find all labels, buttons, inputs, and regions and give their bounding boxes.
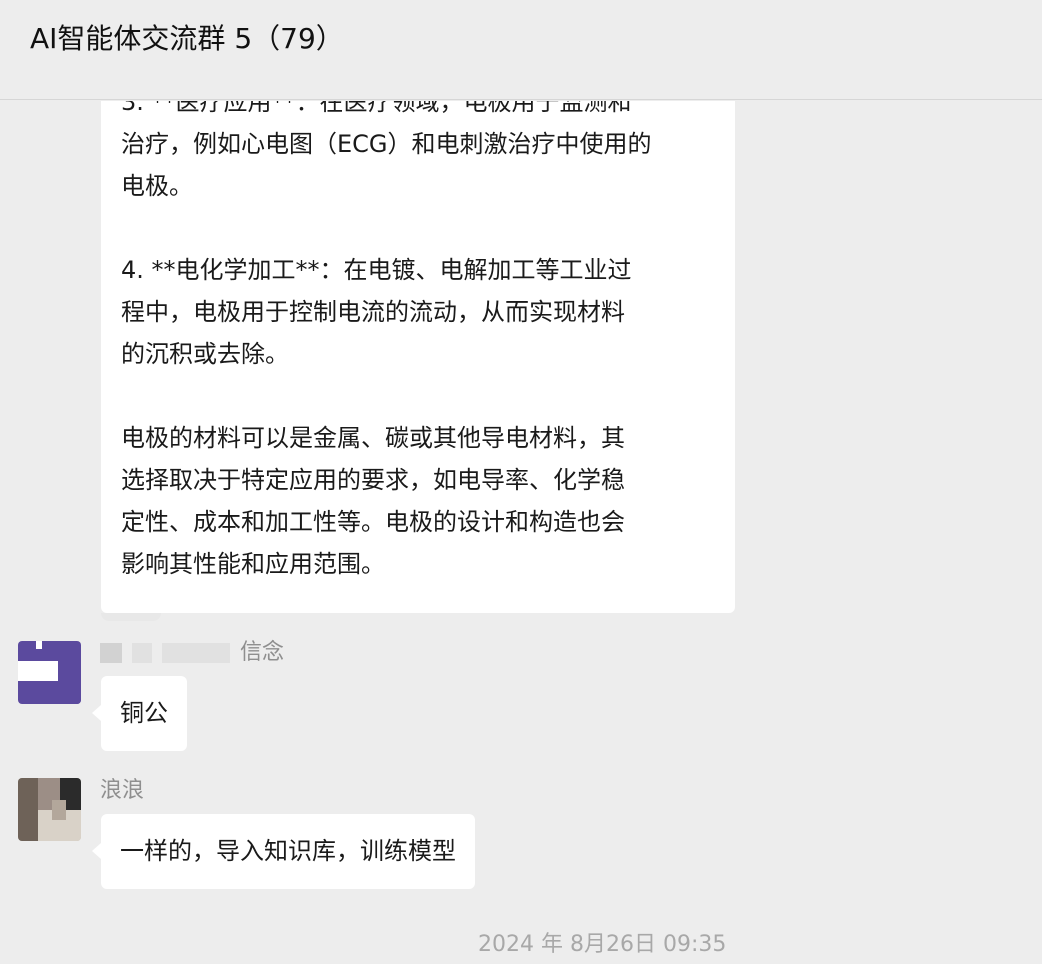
sender-name: 信念	[100, 639, 284, 667]
timestamp: 2024 年 8月26日 09:35	[478, 932, 727, 957]
message-line: 程中，电极用于控制电流的流动，从而实现材料	[121, 298, 625, 326]
redacted-name-part	[100, 643, 122, 663]
avatar[interactable]	[18, 778, 81, 841]
message-bubble[interactable]: 铜公	[101, 676, 187, 751]
message-line: 治疗，例如心电图（ECG）和电刺激治疗中使用的	[121, 130, 652, 158]
chat-title[interactable]: AI智能体交流群 5（79）	[30, 20, 344, 58]
message-line: 3. **医疗应用**：在医疗领域，电极用于监测和	[121, 101, 632, 116]
reaction-bubble-edge	[101, 613, 161, 621]
message-bubble[interactable]: 3. **医疗应用**：在医疗领域，电极用于监测和 治疗，例如心电图（ECG）和…	[101, 101, 735, 613]
redacted-name-part	[132, 643, 152, 663]
message-line: 电极。	[121, 172, 193, 200]
message-line	[121, 375, 721, 417]
message-text: 3. **医疗应用**：在医疗领域，电极用于监测和 治疗，例如心电图（ECG）和…	[121, 101, 721, 585]
bubble-tail	[92, 705, 101, 721]
sender-name-text: 信念	[240, 640, 285, 665]
redacted-name-part	[162, 643, 230, 663]
message-list[interactable]: 3. **医疗应用**：在医疗领域，电极用于监测和 治疗，例如心电图（ECG）和…	[0, 101, 1042, 964]
message-line: 4. **电化学加工**：在电镀、电解加工等工业过	[121, 256, 632, 284]
message-line: 选择取决于特定应用的要求，如电导率、化学稳	[121, 466, 625, 494]
bubble-tail	[92, 843, 101, 859]
message-line: 影响其性能和应用范围。	[121, 550, 385, 578]
message-bubble[interactable]: 一样的，导入知识库，训练模型	[101, 814, 475, 889]
message-line: 电极的材料可以是金属、碳或其他导电材料，其	[121, 424, 625, 452]
chat-header: AI智能体交流群 5（79）	[0, 0, 1042, 100]
message-line: 的沉积或去除。	[121, 340, 289, 368]
message-text: 铜公	[120, 699, 168, 727]
message-text: 一样的，导入知识库，训练模型	[120, 837, 456, 865]
message-line: 定性、成本和加工性等。电极的设计和构造也会	[121, 508, 625, 536]
avatar[interactable]	[18, 641, 81, 704]
sender-name: 浪浪	[100, 778, 145, 803]
message-line	[121, 207, 721, 249]
